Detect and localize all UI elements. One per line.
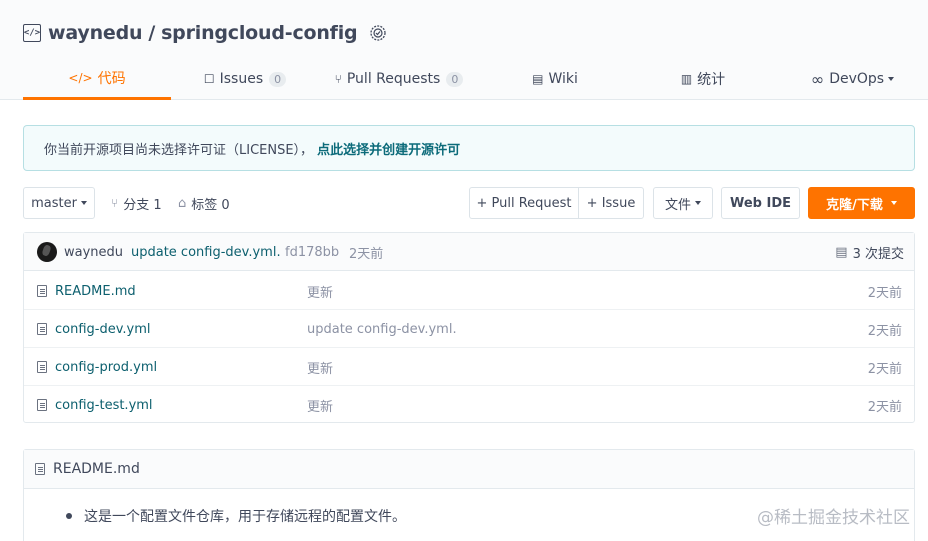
- code-tab-icon: </>: [68, 70, 93, 85]
- tab-label: 统计: [697, 72, 726, 88]
- files-dropdown[interactable]: 文件: [653, 187, 713, 219]
- tab-wiki[interactable]: ▤ Wiki: [515, 58, 595, 100]
- file-name-cell: config-test.yml: [37, 386, 153, 424]
- file-commit-message[interactable]: 更新: [307, 386, 333, 424]
- file-time: 2天前: [867, 361, 902, 377]
- tab-stats[interactable]: ▥ 统计: [663, 58, 743, 100]
- tab-code[interactable]: </> 代码: [23, 58, 171, 100]
- clone-download-button[interactable]: 克隆/下载: [808, 187, 915, 219]
- chevron-down-icon: [695, 201, 701, 205]
- file-list: waynedu update config-dev.yml. fd178bb 2…: [23, 232, 915, 423]
- repo-name[interactable]: springcloud-config: [161, 22, 358, 44]
- tab-pull-requests[interactable]: ⑂ Pull Requests 0: [325, 58, 473, 100]
- chevron-down-icon: [888, 77, 895, 81]
- readme-header: README.md: [24, 450, 914, 489]
- file-name-cell: config-dev.yml: [37, 310, 151, 348]
- files-label: 文件: [664, 197, 691, 213]
- branch-select[interactable]: master: [23, 187, 95, 219]
- commit-hash[interactable]: fd178bb: [285, 233, 339, 271]
- file-name[interactable]: config-test.yml: [55, 398, 153, 413]
- file-time: 2天前: [867, 285, 902, 301]
- chevron-down-icon: [890, 201, 897, 205]
- commit-time: 2天前: [349, 246, 384, 262]
- tag-icon: ⌂: [178, 195, 187, 211]
- devops-icon: ∞: [810, 69, 825, 89]
- stats-icon: ▥: [680, 72, 693, 86]
- tab-devops[interactable]: ∞ DevOps: [800, 58, 905, 100]
- tab-label: Pull Requests: [346, 71, 441, 87]
- table-row: config-prod.yml 更新 2天前: [24, 348, 914, 386]
- tags-link[interactable]: ⌂ 标签 0: [178, 187, 230, 219]
- avatar[interactable]: [37, 242, 57, 262]
- clone-label: 克隆/下载: [826, 197, 883, 213]
- license-notice: 你当前开源项目尚未选择许可证（LICENSE）， 点此选择并创建开源许可: [23, 125, 915, 171]
- tags-count: 标签 0: [191, 197, 230, 213]
- pull-request-icon: ⑂: [334, 72, 342, 86]
- commits-label: 3 次提交: [852, 246, 904, 262]
- file-time: 2天前: [867, 399, 902, 415]
- table-row: config-dev.yml update config-dev.yml. 2天…: [24, 310, 914, 348]
- recommend-badge-icon: [369, 24, 387, 42]
- new-pull-request-button[interactable]: + Pull Request: [469, 187, 579, 219]
- readme-file-icon: [35, 463, 45, 475]
- file-name-cell: README.md: [37, 272, 136, 310]
- wiki-icon: ▤: [532, 72, 544, 86]
- file-commit-message[interactable]: 更新: [307, 348, 333, 386]
- file-icon: [37, 399, 47, 411]
- issues-icon: ☐: [203, 72, 215, 86]
- commits-icon: ▤: [835, 244, 848, 260]
- readme-title: README.md: [53, 461, 140, 477]
- readme-content: 这是一个配置文件仓库，用于存储远程的配置文件。: [66, 506, 406, 526]
- create-license-link[interactable]: 点此选择并创建开源许可: [317, 139, 460, 158]
- latest-commit-row: waynedu update config-dev.yml. fd178bb 2…: [24, 233, 914, 271]
- bullet-icon: [66, 513, 72, 519]
- branches-count: 分支 1: [123, 197, 162, 213]
- repo-title: </> waynedu / springcloud-config: [23, 20, 387, 46]
- branch-name: master: [31, 195, 77, 211]
- repo-header: </> waynedu / springcloud-config </> 代码 …: [0, 0, 928, 100]
- notice-text: 你当前开源项目尚未选择许可证（LICENSE），: [44, 142, 314, 158]
- tab-issues[interactable]: ☐ Issues 0: [190, 58, 300, 100]
- branches-link[interactable]: ⑂ 分支 1: [111, 187, 162, 219]
- chevron-down-icon: [80, 201, 87, 205]
- file-name[interactable]: config-prod.yml: [55, 360, 157, 375]
- tab-label: 代码: [97, 70, 126, 87]
- tab-label: DevOps: [829, 71, 885, 87]
- file-commit-message[interactable]: update config-dev.yml.: [307, 310, 457, 348]
- file-name[interactable]: config-dev.yml: [55, 322, 151, 337]
- issues-count-badge: 0: [269, 71, 287, 87]
- file-icon: [37, 285, 47, 297]
- readme-text: 这是一个配置文件仓库，用于存储远程的配置文件。: [84, 509, 406, 525]
- code-icon: </>: [23, 24, 41, 42]
- tab-label: Issues: [219, 71, 264, 87]
- tab-label: Wiki: [548, 71, 578, 87]
- file-icon: [37, 361, 47, 373]
- repo-tabs: </> 代码 ☐ Issues 0 ⑂ Pull Requests 0 ▤ Wi…: [0, 58, 928, 100]
- table-row: README.md 更新 2天前: [24, 272, 914, 310]
- repo-owner[interactable]: waynedu: [48, 22, 143, 44]
- commit-author[interactable]: waynedu: [64, 233, 123, 271]
- file-name-cell: config-prod.yml: [37, 348, 157, 386]
- file-icon: [37, 323, 47, 335]
- pr-count-badge: 0: [446, 71, 464, 87]
- repo-separator: /: [148, 22, 156, 44]
- table-row: config-test.yml 更新 2天前: [24, 386, 914, 424]
- commit-message[interactable]: update config-dev.yml.: [131, 233, 281, 271]
- new-issue-button[interactable]: + Issue: [578, 187, 644, 219]
- branch-icon: ⑂: [111, 196, 119, 210]
- watermark: @稀土掘金技术社区: [757, 508, 910, 528]
- commits-count-link[interactable]: ▤ 3 次提交: [835, 233, 904, 271]
- file-commit-message[interactable]: 更新: [307, 272, 333, 310]
- web-ide-button[interactable]: Web IDE: [721, 187, 800, 219]
- file-name[interactable]: README.md: [55, 284, 136, 299]
- file-time: 2天前: [867, 323, 902, 339]
